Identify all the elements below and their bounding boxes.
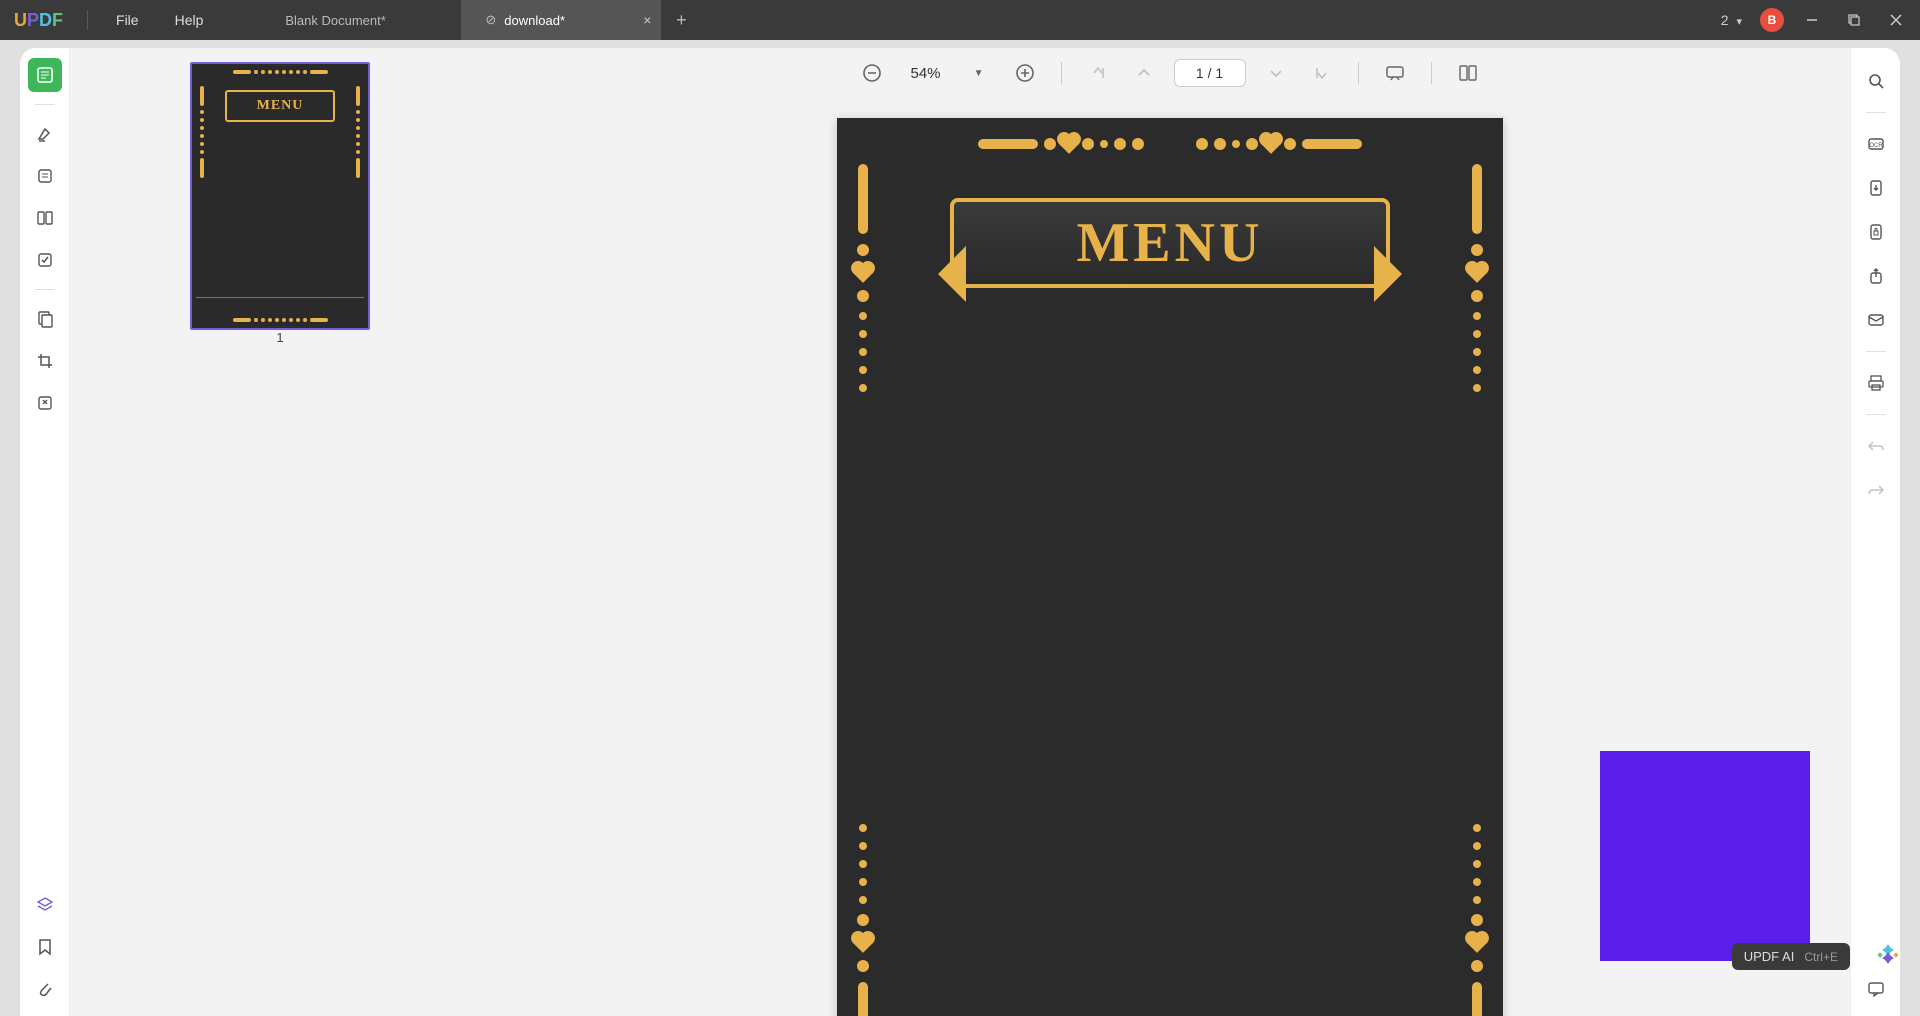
undo-button[interactable]	[1859, 429, 1893, 463]
thumb-page-number: 1	[190, 330, 370, 345]
print-button[interactable]	[1859, 366, 1893, 400]
close-window-button[interactable]	[1882, 6, 1910, 34]
new-tab-button[interactable]: +	[661, 0, 701, 40]
tab-blank-document[interactable]: Blank Document*	[261, 0, 461, 40]
crop-tool[interactable]	[28, 344, 62, 378]
document-page[interactable]: MENU	[837, 118, 1503, 1016]
organize-tool[interactable]	[28, 302, 62, 336]
protect-button[interactable]	[1859, 215, 1893, 249]
compress-tool[interactable]	[28, 386, 62, 420]
bookmark-tool[interactable]	[28, 930, 62, 964]
tooltip-shortcut: Ctrl+E	[1804, 950, 1838, 964]
prev-page-button[interactable]	[1128, 57, 1160, 89]
zoom-out-button[interactable]	[856, 57, 888, 89]
toolbar-separator	[1358, 62, 1359, 84]
updf-ai-button[interactable]	[1874, 940, 1902, 968]
toolbar-separator	[1061, 62, 1062, 84]
toolbar-separator	[1431, 62, 1432, 84]
toolbar-separator	[1866, 112, 1886, 113]
tooltip-label: UPDF AI	[1744, 949, 1795, 964]
minimize-button[interactable]	[1798, 6, 1826, 34]
form-tool[interactable]	[28, 243, 62, 277]
updf-ai-tooltip: UPDF AI Ctrl+E	[1732, 943, 1850, 970]
nosave-icon: ⊘	[485, 12, 496, 28]
menu-banner: MENU	[950, 198, 1390, 318]
app-logo: UPDF	[0, 10, 77, 31]
thumb-banner-text: MENU	[257, 98, 304, 114]
toolbar-separator	[35, 104, 55, 105]
layers-tool[interactable]	[28, 888, 62, 922]
attachment-tool[interactable]	[28, 972, 62, 1006]
menu-file[interactable]: File	[98, 12, 157, 28]
pages-tool[interactable]	[28, 201, 62, 235]
first-page-button[interactable]	[1082, 57, 1114, 89]
zoom-level: 54%	[902, 65, 948, 82]
toolbar-separator	[35, 289, 55, 290]
export-button[interactable]	[1859, 171, 1893, 205]
share-button[interactable]	[1859, 259, 1893, 293]
maximize-button[interactable]	[1840, 6, 1868, 34]
toolbar-separator	[1866, 351, 1886, 352]
user-avatar[interactable]: B	[1760, 8, 1784, 32]
last-page-button[interactable]	[1306, 57, 1338, 89]
zoom-dropdown[interactable]: ▼	[963, 57, 995, 89]
page-thumbnail[interactable]: MENU 1	[190, 62, 370, 345]
canvas-toolbar: 54% ▼	[490, 48, 1850, 98]
zoom-in-button[interactable]	[1009, 57, 1041, 89]
ocr-button[interactable]: OCR	[1859, 127, 1893, 161]
thumbnail-panel: MENU 1	[70, 48, 490, 1016]
banner-text: MENU	[1076, 211, 1263, 275]
page-display-button[interactable]	[1452, 57, 1484, 89]
reader-tool[interactable]	[28, 58, 62, 92]
tab-label: download*	[504, 13, 565, 28]
chevron-down-icon: ▾	[1736, 16, 1742, 28]
open-files-count[interactable]: 2 ▾	[1721, 12, 1746, 28]
search-button[interactable]	[1859, 64, 1893, 98]
next-page-button[interactable]	[1260, 57, 1292, 89]
comments-button[interactable]	[1859, 972, 1893, 1006]
divider	[87, 10, 88, 30]
tab-download[interactable]: ⊘ download* ×	[461, 0, 661, 40]
email-button[interactable]	[1859, 303, 1893, 337]
svg-text:OCR: OCR	[1869, 143, 1883, 149]
redo-button[interactable]	[1859, 473, 1893, 507]
tab-label: Blank Document*	[285, 13, 385, 28]
highlight-tool[interactable]	[28, 117, 62, 151]
menu-help[interactable]: Help	[157, 12, 222, 28]
close-tab-icon[interactable]: ×	[643, 12, 651, 28]
page-input[interactable]	[1174, 59, 1246, 87]
edit-tool[interactable]	[28, 159, 62, 193]
presentation-button[interactable]	[1379, 57, 1411, 89]
toolbar-separator	[1866, 414, 1886, 415]
